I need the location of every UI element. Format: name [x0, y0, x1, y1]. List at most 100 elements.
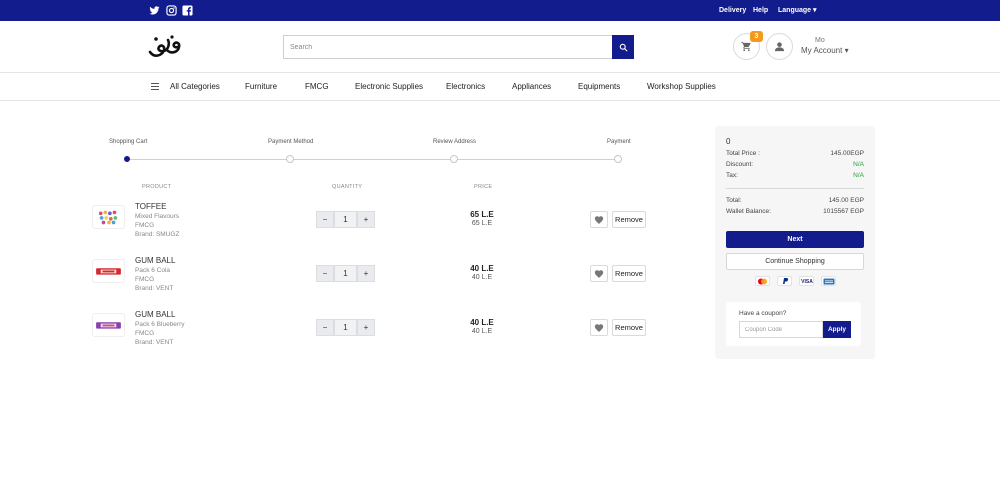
summary-divider	[726, 188, 864, 189]
quantity-input[interactable]: 1	[334, 319, 357, 336]
quantity-input[interactable]: 1	[334, 265, 357, 282]
wallet-value: 1015567 EGP	[823, 208, 864, 215]
wishlist-button[interactable]	[590, 265, 608, 282]
progress-line	[127, 159, 618, 160]
coupon-code-input[interactable]	[739, 321, 823, 338]
line-price: 40 L.E	[470, 318, 494, 327]
next-button[interactable]: Next	[726, 231, 864, 248]
cart-count-badge: 3	[750, 31, 763, 42]
remove-button[interactable]: Remove	[612, 265, 646, 282]
product-brand: Brand: VENT	[135, 339, 174, 346]
account-avatar-button[interactable]	[766, 33, 793, 60]
top-bar: Delivery Help Language ▾	[0, 0, 1000, 21]
quantity-increase-button[interactable]: +	[357, 211, 375, 228]
product-category: FMCG	[135, 276, 155, 283]
nav-fmcg[interactable]: FMCG	[305, 82, 329, 91]
remove-button[interactable]: Remove	[612, 211, 646, 228]
quantity-increase-button[interactable]: +	[357, 319, 375, 336]
nav-furniture[interactable]: Furniture	[245, 82, 277, 91]
product-brand: Brand: VENT	[135, 285, 174, 292]
product-category: FMCG	[135, 330, 155, 337]
total-price-value: 145.00EGP	[830, 150, 864, 157]
step-dot	[614, 155, 622, 163]
unit-price: 40 L.E	[471, 274, 493, 281]
product-name[interactable]: GUM BALL	[135, 310, 175, 319]
remove-button[interactable]: Remove	[612, 319, 646, 336]
amex-icon	[821, 276, 836, 286]
column-product: PRODUCT	[142, 184, 172, 190]
heart-icon	[594, 323, 604, 332]
discount-label: Discount:	[726, 161, 754, 168]
unit-price: 65 L.E	[471, 220, 493, 227]
account-greeting: Mo	[815, 37, 825, 44]
quantity-increase-button[interactable]: +	[357, 265, 375, 282]
paypal-icon	[777, 276, 792, 286]
order-summary-panel: 0 Total Price : 145.00EGP Discount: N/A …	[715, 126, 875, 359]
visa-icon: VISA	[799, 276, 814, 286]
cart-row: GUM BALL Pack 6 Cola FMCG Brand: VENT − …	[0, 255, 660, 305]
wishlist-button[interactable]	[590, 319, 608, 336]
help-link[interactable]: Help	[753, 5, 768, 16]
search-button[interactable]	[612, 35, 634, 59]
twitter-icon[interactable]	[149, 5, 160, 16]
product-name[interactable]: TOFFEE	[135, 202, 166, 211]
column-price: PRICE	[474, 184, 493, 190]
nav-electronic-supplies[interactable]: Electronic Supplies	[355, 82, 423, 91]
language-dropdown[interactable]: Language ▾	[778, 5, 817, 16]
coupon-section: Have a coupon? Apply	[726, 302, 861, 346]
product-variant: Mixed Flavours	[135, 213, 180, 220]
instagram-icon[interactable]	[166, 5, 177, 16]
step-shopping-cart: Shopping Cart	[109, 139, 148, 145]
product-variant: Pack 6 Blueberry	[135, 321, 185, 328]
quantity-decrease-button[interactable]: −	[316, 211, 334, 228]
line-price: 40 L.E	[470, 264, 494, 273]
nav-appliances[interactable]: Appliances	[512, 82, 551, 91]
quantity-input[interactable]: 1	[334, 211, 357, 228]
product-thumbnail[interactable]	[92, 259, 125, 283]
svg-text:VISA: VISA	[801, 279, 813, 284]
cart-icon	[741, 41, 751, 52]
product-thumbnail[interactable]	[92, 313, 125, 337]
step-dot-active	[124, 156, 130, 162]
facebook-icon[interactable]	[182, 5, 193, 16]
unit-price: 40 L.E	[471, 328, 493, 335]
step-dot	[450, 155, 458, 163]
mastercard-icon	[755, 276, 770, 286]
nav-workshop-supplies[interactable]: Workshop Supplies	[647, 82, 716, 91]
tax-value: N/A	[853, 172, 864, 179]
discount-value: N/A	[853, 161, 864, 168]
tax-label: Tax:	[726, 172, 738, 179]
quantity-decrease-button[interactable]: −	[316, 319, 334, 336]
step-payment: Payment	[607, 139, 631, 145]
continue-shopping-button[interactable]: Continue Shopping	[726, 253, 864, 270]
quantity-decrease-button[interactable]: −	[316, 265, 334, 282]
menu-icon[interactable]	[151, 83, 159, 90]
nav-equipments[interactable]: Equipments	[578, 82, 620, 91]
product-variant: Pack 6 Cola	[135, 267, 171, 274]
wishlist-button[interactable]	[590, 211, 608, 228]
nav-all-categories[interactable]: All Categories	[170, 82, 220, 91]
apply-coupon-button[interactable]: Apply	[823, 321, 851, 338]
total-label: Total:	[726, 197, 742, 204]
summary-count: 0	[726, 137, 731, 146]
wallet-label: Wallet Balance:	[726, 208, 771, 215]
search-input[interactable]	[283, 35, 612, 59]
step-payment-method: Payment Method	[268, 139, 314, 145]
step-dot	[286, 155, 294, 163]
my-account-dropdown[interactable]: My Account ▾	[801, 46, 849, 55]
heart-icon	[594, 269, 604, 278]
product-brand: Brand: SMUGZ	[135, 231, 180, 238]
store-logo[interactable]	[146, 32, 182, 60]
user-icon	[774, 42, 785, 52]
product-name[interactable]: GUM BALL	[135, 256, 175, 265]
total-value: 145.00 EGP	[828, 197, 864, 204]
nav-electronics[interactable]: Electronics	[446, 82, 485, 91]
product-thumbnail[interactable]	[92, 205, 125, 229]
column-quantity: QUANTITY	[332, 184, 363, 190]
step-review-address: Review Address	[433, 139, 477, 145]
search-icon	[619, 43, 627, 51]
delivery-link[interactable]: Delivery	[719, 5, 746, 16]
cart-row: GUM BALL Pack 6 Blueberry FMCG Brand: VE…	[0, 309, 660, 359]
heart-icon	[594, 215, 604, 224]
line-price: 65 L.E	[470, 210, 494, 219]
